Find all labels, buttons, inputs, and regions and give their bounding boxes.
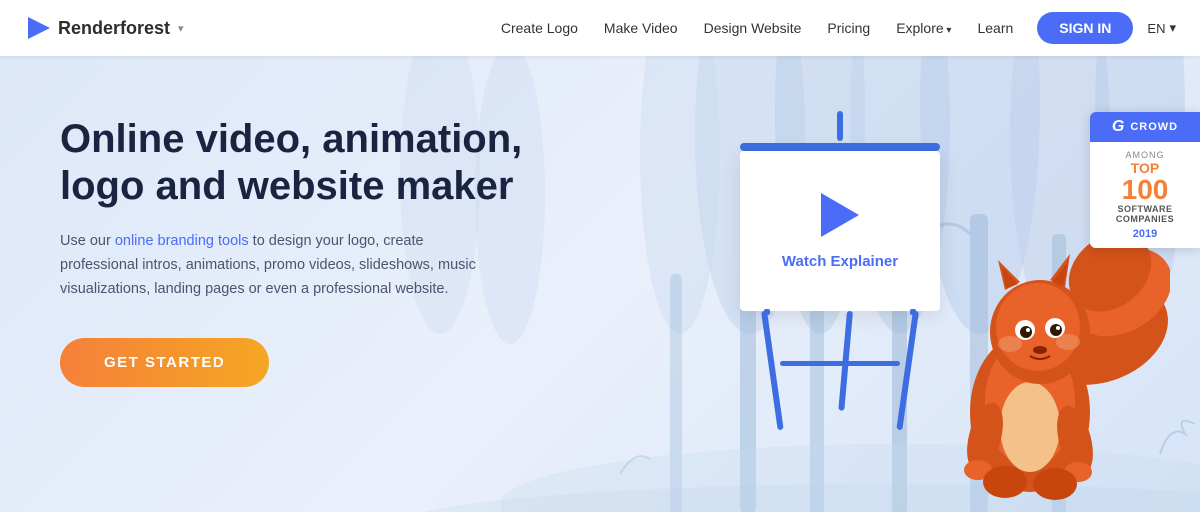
nav-pricing[interactable]: Pricing: [817, 14, 880, 42]
g2-crowd-badge: G CROWD AMONG TOP 100 SOFTWARE COMPANIES…: [1090, 112, 1200, 248]
g2-year: 2019: [1096, 228, 1194, 240]
logo[interactable]: Renderforest ▾: [24, 14, 184, 42]
g2-among-text: AMONG: [1096, 150, 1194, 160]
lang-label: EN: [1147, 21, 1165, 36]
lang-chevron-icon: ▾: [1169, 20, 1176, 36]
g2-companies-text: COMPANIES: [1096, 214, 1194, 224]
signin-button[interactable]: SIGN IN: [1037, 12, 1133, 44]
g2-logo: G: [1112, 118, 1124, 136]
g2-badge-body: AMONG TOP 100 SOFTWARE COMPANIES 2019: [1090, 142, 1200, 248]
logo-chevron-icon: ▾: [178, 22, 184, 35]
nav-learn[interactable]: Learn: [967, 14, 1023, 42]
watch-explainer-label: Watch Explainer: [782, 253, 898, 270]
play-icon: [821, 193, 859, 237]
hero-description: Use our online branding tools to design …: [60, 230, 480, 302]
language-selector[interactable]: EN ▾: [1147, 20, 1176, 36]
g2-crowd-text: CROWD: [1130, 121, 1178, 133]
logo-text: Renderforest: [58, 18, 170, 39]
g2-badge-header: G CROWD: [1090, 112, 1200, 142]
hero-title: Online video, animation, logo and websit…: [60, 116, 540, 210]
nav-design-website[interactable]: Design Website: [694, 14, 812, 42]
navbar: Renderforest ▾ Create Logo Make Video De…: [0, 0, 1200, 56]
nav-links: Create Logo Make Video Design Website Pr…: [491, 12, 1176, 44]
g2-software-text: SOFTWARE: [1096, 204, 1194, 214]
nav-explore[interactable]: Explore: [886, 14, 961, 42]
logo-icon: [24, 14, 52, 42]
get-started-button[interactable]: GET STARTED: [60, 338, 269, 387]
hero-section: Online video, animation, logo and websit…: [0, 56, 1200, 512]
nav-make-video[interactable]: Make Video: [594, 14, 688, 42]
online-branding-link[interactable]: online branding tools: [115, 233, 249, 249]
hero-content: Online video, animation, logo and websit…: [60, 116, 540, 387]
nav-create-logo[interactable]: Create Logo: [491, 14, 588, 42]
